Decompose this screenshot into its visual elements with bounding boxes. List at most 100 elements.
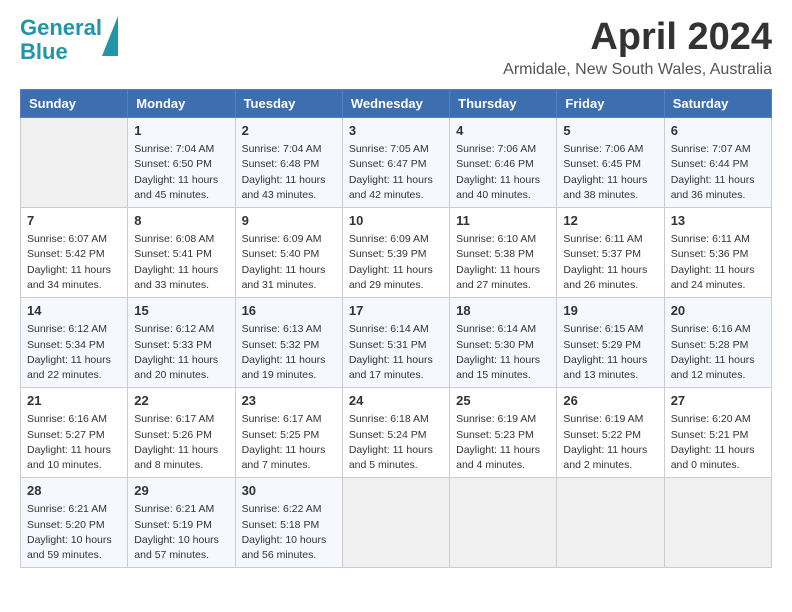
day-info: Sunrise: 6:15 AMSunset: 5:29 PMDaylight:… [563,322,657,383]
day-info: Sunrise: 7:07 AMSunset: 6:44 PMDaylight:… [671,142,765,203]
calendar-cell: 19 Sunrise: 6:15 AMSunset: 5:29 PMDayligh… [557,298,664,388]
calendar-table: SundayMondayTuesdayWednesdayThursdayFrid… [20,89,772,568]
day-number: 11 [456,212,550,230]
calendar-cell: 20 Sunrise: 6:16 AMSunset: 5:28 PMDayligh… [664,298,771,388]
calendar-cell: 21 Sunrise: 6:16 AMSunset: 5:27 PMDayligh… [21,388,128,478]
calendar-cell: 23 Sunrise: 6:17 AMSunset: 5:25 PMDayligh… [235,388,342,478]
day-number: 28 [27,482,121,500]
day-number: 7 [27,212,121,230]
day-number: 18 [456,302,550,320]
day-info: Sunrise: 7:05 AMSunset: 6:47 PMDaylight:… [349,142,443,203]
day-number: 21 [27,392,121,410]
logo-text: GeneralBlue [20,15,102,64]
day-info: Sunrise: 6:17 AMSunset: 5:25 PMDaylight:… [242,412,336,473]
day-header-saturday: Saturday [664,90,771,118]
day-info: Sunrise: 6:13 AMSunset: 5:32 PMDaylight:… [242,322,336,383]
calendar-cell: 26 Sunrise: 6:19 AMSunset: 5:22 PMDayligh… [557,388,664,478]
day-number: 2 [242,122,336,140]
day-info: Sunrise: 6:11 AMSunset: 5:36 PMDaylight:… [671,232,765,293]
week-row-4: 21 Sunrise: 6:16 AMSunset: 5:27 PMDayligh… [21,388,772,478]
day-header-friday: Friday [557,90,664,118]
day-number: 5 [563,122,657,140]
calendar-cell: 7 Sunrise: 6:07 AMSunset: 5:42 PMDaylight… [21,208,128,298]
day-number: 4 [456,122,550,140]
week-row-5: 28 Sunrise: 6:21 AMSunset: 5:20 PMDayligh… [21,478,772,568]
calendar-cell: 1 Sunrise: 7:04 AMSunset: 6:50 PMDaylight… [128,118,235,208]
day-number: 22 [134,392,228,410]
calendar-cell: 6 Sunrise: 7:07 AMSunset: 6:44 PMDaylight… [664,118,771,208]
calendar-cell: 16 Sunrise: 6:13 AMSunset: 5:32 PMDayligh… [235,298,342,388]
week-row-3: 14 Sunrise: 6:12 AMSunset: 5:34 PMDayligh… [21,298,772,388]
day-number: 15 [134,302,228,320]
calendar-cell: 8Sunrise: 6:08 AMSunset: 5:41 PMDaylight… [128,208,235,298]
calendar-cell: 12 Sunrise: 6:11 AMSunset: 5:37 PMDayligh… [557,208,664,298]
calendar-cell [664,478,771,568]
day-header-sunday: Sunday [21,90,128,118]
day-info: Sunrise: 6:11 AMSunset: 5:37 PMDaylight:… [563,232,657,293]
calendar-cell: 9 Sunrise: 6:09 AMSunset: 5:40 PMDaylight… [235,208,342,298]
calendar-cell: 5 Sunrise: 7:06 AMSunset: 6:45 PMDaylight… [557,118,664,208]
day-info: Sunrise: 6:09 AMSunset: 5:40 PMDaylight:… [242,232,336,293]
day-number: 9 [242,212,336,230]
calendar-cell: 24Sunrise: 6:18 AMSunset: 5:24 PMDayligh… [342,388,449,478]
day-info: Sunrise: 6:16 AMSunset: 5:27 PMDaylight:… [27,412,121,473]
day-number: 26 [563,392,657,410]
day-info: Sunrise: 7:04 AMSunset: 6:48 PMDaylight:… [242,142,336,203]
calendar-cell: 29 Sunrise: 6:21 AMSunset: 5:19 PMDayligh… [128,478,235,568]
day-number: 12 [563,212,657,230]
day-number: 19 [563,302,657,320]
day-info: Sunrise: 6:07 AMSunset: 5:42 PMDaylight:… [27,232,121,293]
calendar-cell: 14 Sunrise: 6:12 AMSunset: 5:34 PMDayligh… [21,298,128,388]
calendar-cell: 27Sunrise: 6:20 AMSunset: 5:21 PMDayligh… [664,388,771,478]
day-info: Sunrise: 7:06 AMSunset: 6:45 PMDaylight:… [563,142,657,203]
day-number: 3 [349,122,443,140]
day-info: Sunrise: 6:17 AMSunset: 5:26 PMDaylight:… [134,412,228,473]
day-number: 25 [456,392,550,410]
day-info: Sunrise: 6:21 AMSunset: 5:19 PMDaylight:… [134,502,228,563]
day-number: 10 [349,212,443,230]
day-info: Sunrise: 6:19 AMSunset: 5:23 PMDaylight:… [456,412,550,473]
title-area: April 2024 Armidale, New South Wales, Au… [503,16,772,79]
day-number: 30 [242,482,336,500]
calendar-cell: 4 Sunrise: 7:06 AMSunset: 6:46 PMDaylight… [450,118,557,208]
day-info: Sunrise: 6:19 AMSunset: 5:22 PMDaylight:… [563,412,657,473]
calendar-cell: 18Sunrise: 6:14 AMSunset: 5:30 PMDayligh… [450,298,557,388]
day-info: Sunrise: 7:04 AMSunset: 6:50 PMDaylight:… [134,142,228,203]
header: GeneralBlue April 2024 Armidale, New Sou… [20,16,772,79]
calendar-cell: 3 Sunrise: 7:05 AMSunset: 6:47 PMDaylight… [342,118,449,208]
day-info: Sunrise: 6:22 AMSunset: 5:18 PMDaylight:… [242,502,336,563]
calendar-cell: 11 Sunrise: 6:10 AMSunset: 5:38 PMDayligh… [450,208,557,298]
calendar-title: April 2024 [503,16,772,59]
day-info: Sunrise: 6:09 AMSunset: 5:39 PMDaylight:… [349,232,443,293]
day-info: Sunrise: 7:06 AMSunset: 6:46 PMDaylight:… [456,142,550,203]
week-row-1: 1 Sunrise: 7:04 AMSunset: 6:50 PMDaylight… [21,118,772,208]
calendar-cell [450,478,557,568]
day-header-monday: Monday [128,90,235,118]
calendar-cell: 10 Sunrise: 6:09 AMSunset: 5:39 PMDayligh… [342,208,449,298]
day-number: 20 [671,302,765,320]
calendar-cell: 15Sunrise: 6:12 AMSunset: 5:33 PMDayligh… [128,298,235,388]
logo: GeneralBlue [20,16,102,64]
day-info: Sunrise: 6:10 AMSunset: 5:38 PMDaylight:… [456,232,550,293]
day-number: 14 [27,302,121,320]
day-header-thursday: Thursday [450,90,557,118]
calendar-cell [21,118,128,208]
days-header-row: SundayMondayTuesdayWednesdayThursdayFrid… [21,90,772,118]
calendar-cell [342,478,449,568]
day-number: 6 [671,122,765,140]
day-info: Sunrise: 6:14 AMSunset: 5:31 PMDaylight:… [349,322,443,383]
calendar-cell: 13Sunrise: 6:11 AMSunset: 5:36 PMDayligh… [664,208,771,298]
calendar-cell: 30 Sunrise: 6:22 AMSunset: 5:18 PMDayligh… [235,478,342,568]
day-number: 17 [349,302,443,320]
calendar-cell: 25 Sunrise: 6:19 AMSunset: 5:23 PMDayligh… [450,388,557,478]
calendar-cell: 22 Sunrise: 6:17 AMSunset: 5:26 PMDayligh… [128,388,235,478]
day-number: 29 [134,482,228,500]
day-info: Sunrise: 6:21 AMSunset: 5:20 PMDaylight:… [27,502,121,563]
day-number: 1 [134,122,228,140]
calendar-cell: 17 Sunrise: 6:14 AMSunset: 5:31 PMDayligh… [342,298,449,388]
day-number: 23 [242,392,336,410]
day-number: 16 [242,302,336,320]
day-info: Sunrise: 6:16 AMSunset: 5:28 PMDaylight:… [671,322,765,383]
day-info: Sunrise: 6:12 AMSunset: 5:34 PMDaylight:… [27,322,121,383]
day-header-wednesday: Wednesday [342,90,449,118]
